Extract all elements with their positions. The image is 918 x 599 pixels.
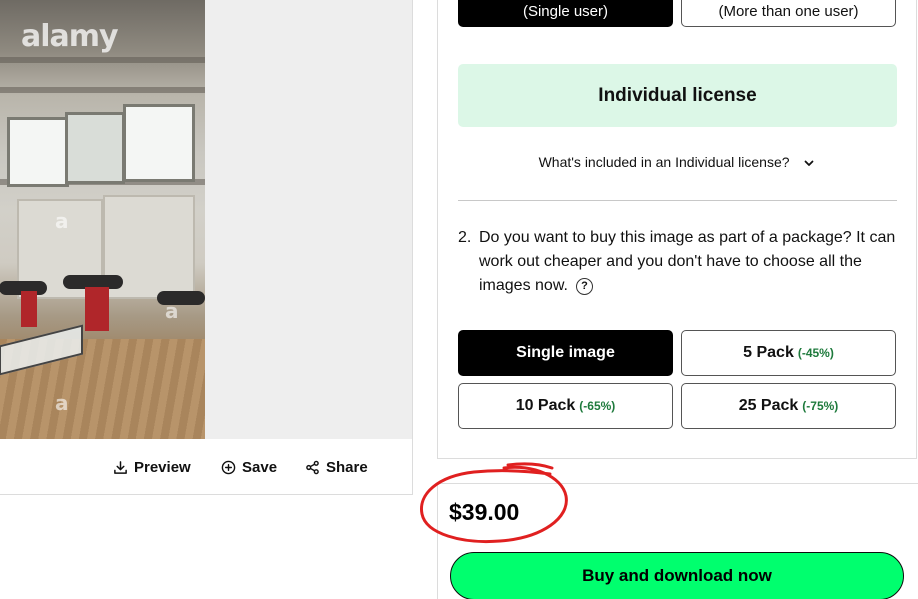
watermark-mark: a	[55, 391, 69, 415]
buy-download-button[interactable]: Buy and download now	[450, 552, 904, 599]
pack-option-25[interactable]: 25 Pack (-75%)	[681, 383, 896, 429]
pack-label: Single image	[516, 344, 615, 361]
watermark-mark: a	[165, 299, 179, 323]
pack-discount: (-65%)	[579, 399, 616, 413]
preview-button[interactable]: Preview	[113, 457, 191, 477]
watermark-logo: alamy	[21, 19, 119, 54]
selected-license-banner: Individual license	[458, 64, 897, 127]
share-label: Share	[326, 458, 368, 476]
license-details-label: What's included in an Individual license…	[538, 154, 790, 170]
question-circle-icon[interactable]: ?	[575, 278, 593, 295]
pack-label: 25 Pack	[738, 397, 799, 414]
license-details-toggle[interactable]: What's included in an Individual license…	[438, 154, 916, 170]
share-button[interactable]: Share	[305, 457, 368, 477]
pack-discount: (-75%)	[802, 399, 839, 413]
share-icon	[306, 460, 319, 474]
pack-label: 5 Pack	[743, 344, 794, 361]
license-panel: (Single user) (More than one user) Indiv…	[437, 0, 917, 459]
single-user-option[interactable]: (Single user)	[458, 0, 673, 27]
pack-label: 10 Pack	[515, 397, 576, 414]
price-label: $39.00	[449, 499, 520, 525]
question-number: 2.	[458, 229, 472, 246]
image-viewer: alamy a a a	[0, 0, 412, 439]
save-button[interactable]: Save	[221, 457, 277, 477]
plus-circle-icon	[221, 460, 236, 474]
download-icon	[114, 460, 127, 474]
pack-option-10[interactable]: 10 Pack (-65%)	[458, 383, 673, 429]
multi-user-label: (More than one user)	[718, 3, 859, 20]
image-card: alamy a a a Preview Save Share	[0, 0, 413, 495]
multi-user-option[interactable]: (More than one user)	[681, 0, 896, 27]
pack-option-single[interactable]: Single image	[458, 330, 673, 376]
watermark-mark: a	[55, 209, 69, 233]
pack-option-5[interactable]: 5 Pack (-45%)	[681, 330, 896, 376]
single-user-label: (Single user)	[522, 3, 609, 20]
package-question: 2. Do you want to buy this image as part…	[458, 226, 898, 298]
chevron-down-icon	[805, 160, 814, 167]
image-actions-bar: Preview Save Share	[0, 441, 412, 494]
stock-photo[interactable]: alamy a a a	[0, 0, 205, 439]
section-divider	[458, 200, 897, 201]
save-label: Save	[242, 458, 278, 476]
preview-label: Preview	[134, 458, 191, 476]
question-text: Do you want to buy this image as part of…	[479, 229, 896, 294]
pack-discount: (-45%)	[797, 346, 834, 360]
